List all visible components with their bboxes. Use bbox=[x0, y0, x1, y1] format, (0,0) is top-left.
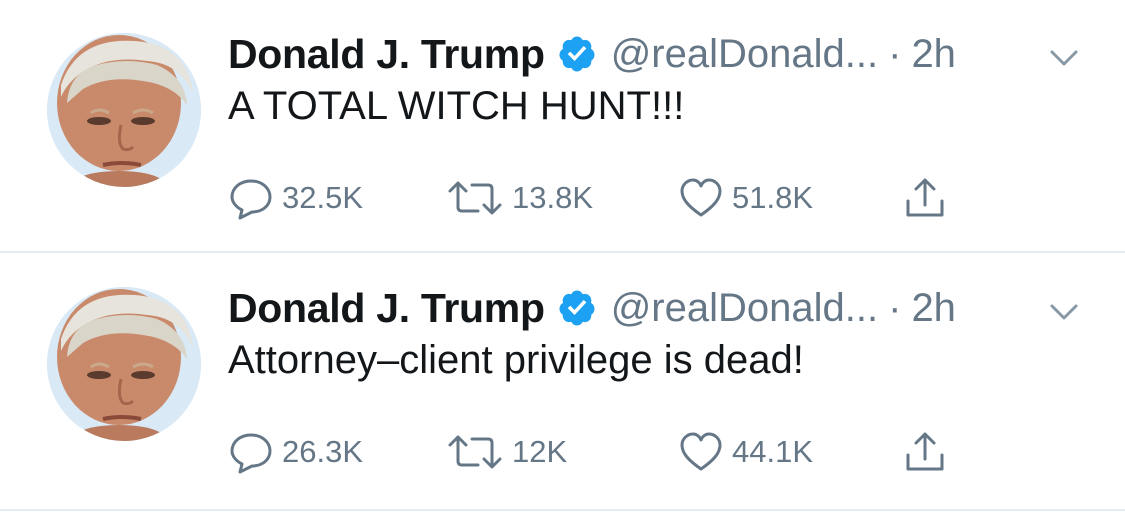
share-icon bbox=[902, 175, 948, 221]
reply-bubble-icon bbox=[228, 175, 274, 221]
chevron-down-icon[interactable] bbox=[1044, 44, 1084, 74]
retweet-count: 12K bbox=[512, 434, 568, 469]
tweet-actions: 26.3K 12K 44.1K bbox=[228, 424, 988, 480]
reply-button[interactable]: 26.3K bbox=[228, 424, 363, 480]
reply-count: 26.3K bbox=[282, 434, 364, 469]
timestamp[interactable]: 2h bbox=[911, 32, 956, 77]
retweet-icon bbox=[446, 175, 504, 221]
avatar-photo bbox=[47, 287, 201, 441]
verified-badge-icon bbox=[557, 34, 597, 74]
tweet-text: Attorney–client privilege is dead! bbox=[228, 338, 804, 382]
like-button[interactable]: 51.8K bbox=[678, 170, 813, 226]
avatar-photo bbox=[47, 33, 201, 187]
author-name[interactable]: Donald J. Trump bbox=[228, 31, 545, 78]
separator-dot: · bbox=[888, 285, 902, 330]
timestamp[interactable]: 2h bbox=[911, 286, 956, 331]
reply-count: 32.5K bbox=[282, 180, 364, 215]
retweet-button[interactable]: 13.8K bbox=[446, 170, 593, 226]
avatar[interactable] bbox=[47, 287, 201, 441]
tweet[interactable]: Donald J. Trump @realDonald... · 2h Atto… bbox=[0, 254, 1125, 511]
author-handle[interactable]: @realDonald... bbox=[611, 32, 878, 77]
heart-icon bbox=[678, 175, 724, 221]
like-button[interactable]: 44.1K bbox=[678, 424, 813, 480]
author-handle[interactable]: @realDonald... bbox=[611, 286, 878, 331]
tweet-actions: 32.5K 13.8K 51.8K bbox=[228, 170, 988, 226]
separator-dot: · bbox=[888, 31, 902, 76]
author-name[interactable]: Donald J. Trump bbox=[228, 285, 545, 332]
reply-button[interactable]: 32.5K bbox=[228, 170, 363, 226]
tweet-text: A TOTAL WITCH HUNT!!! bbox=[228, 84, 685, 128]
tweet[interactable]: Donald J. Trump @realDonald... · 2h A TO… bbox=[0, 0, 1125, 253]
share-icon bbox=[902, 429, 948, 475]
like-count: 44.1K bbox=[732, 434, 814, 469]
share-button[interactable] bbox=[902, 170, 948, 226]
share-button[interactable] bbox=[902, 424, 948, 480]
verified-badge-icon bbox=[557, 288, 597, 328]
avatar[interactable] bbox=[47, 33, 201, 187]
retweet-count: 13.8K bbox=[512, 180, 594, 215]
reply-bubble-icon bbox=[228, 429, 274, 475]
retweet-icon bbox=[446, 429, 504, 475]
heart-icon bbox=[678, 429, 724, 475]
tweet-header: Donald J. Trump @realDonald... · 2h bbox=[228, 280, 956, 336]
tweet-header: Donald J. Trump @realDonald... · 2h bbox=[228, 26, 956, 82]
like-count: 51.8K bbox=[732, 180, 814, 215]
retweet-button[interactable]: 12K bbox=[446, 424, 567, 480]
chevron-down-icon[interactable] bbox=[1044, 298, 1084, 328]
